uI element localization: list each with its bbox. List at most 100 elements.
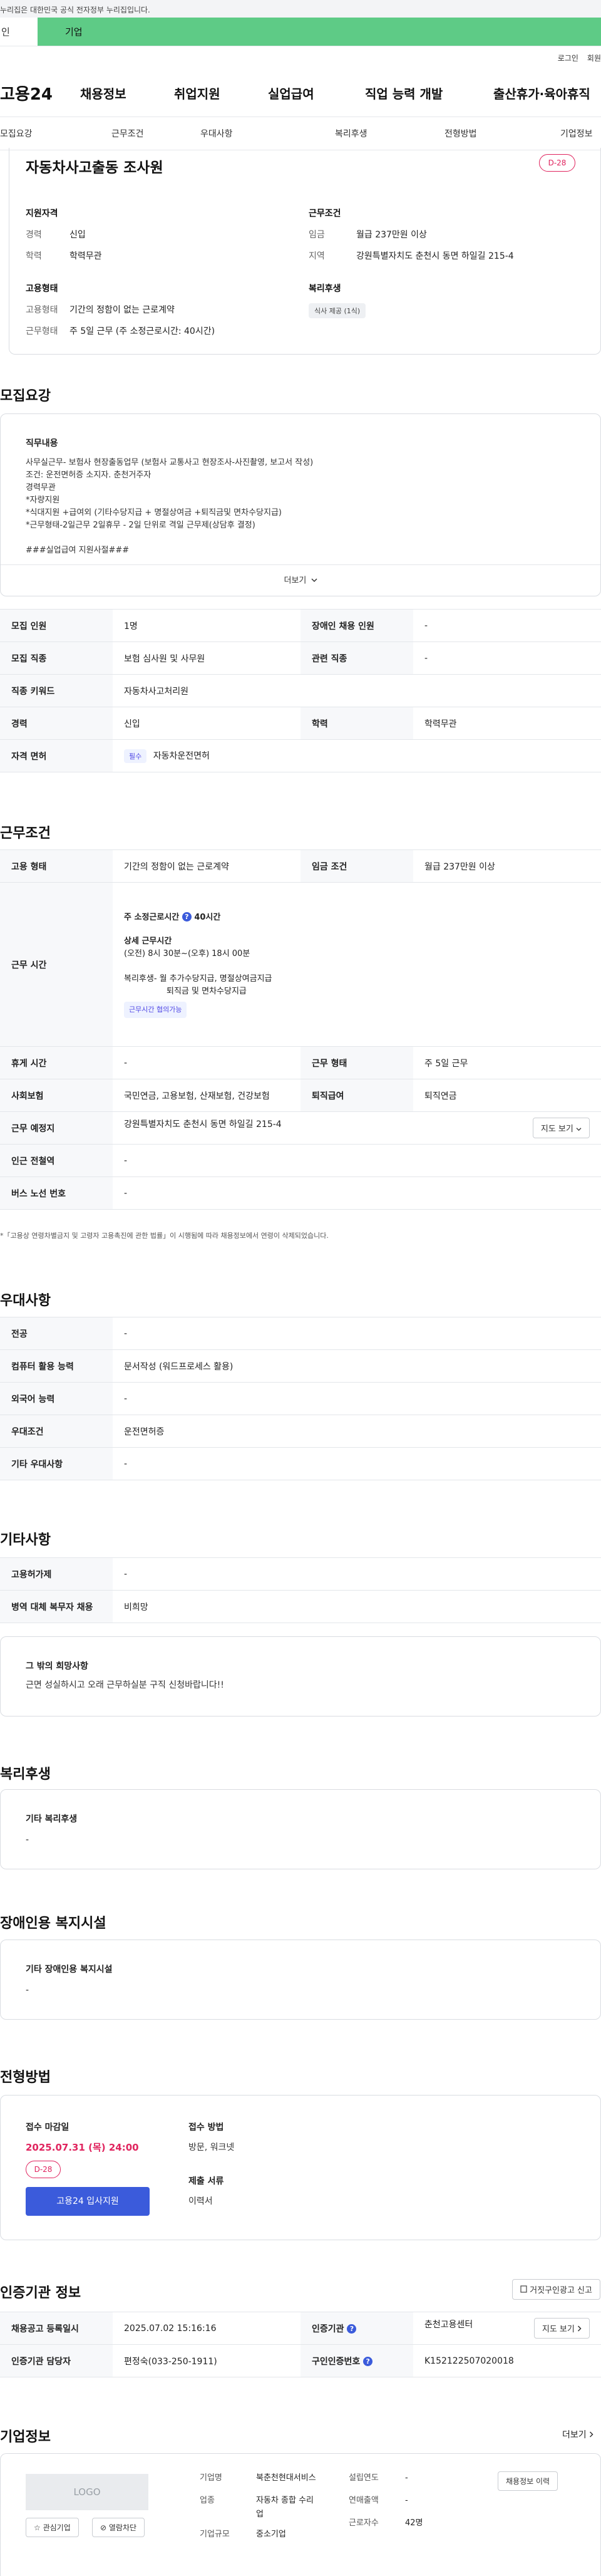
tab-recruit[interactable]: 모집요강 [0, 127, 111, 140]
table-header-cell: 고용허가제 [0, 1557, 113, 1591]
job-summary-card: 자동차사고출동 조사원 D-28 지원자격 경력 신입 학력 학력무관 근무조건 임… [9, 148, 601, 355]
duty-line [26, 532, 589, 544]
table-cell: 퇴직연금 [413, 1079, 601, 1112]
company-size-value: 중소기업 [256, 2530, 286, 2539]
table-cell: 문서작성 (워드프로세스 활용) [113, 1349, 601, 1383]
cert-map-button[interactable]: 지도 보기 [533, 2318, 590, 2339]
table-cell: 신입 [113, 707, 300, 740]
table-cell: K152122507020018 [413, 2344, 601, 2377]
duty-box: 직무내용 사무실근무- 보험사 현장출동업무 (보험사 교통사고 현장조사-사진… [0, 413, 601, 596]
table-header-cell: 근무 시간 [0, 882, 113, 1047]
table-row: 기타 우대사항 - [0, 1447, 601, 1480]
report-false-ad-label: 거짓구인광고 신고 [530, 2286, 592, 2295]
tab-company-info[interactable]: 기업정보 [560, 127, 593, 140]
table-header-cell: 구인인증번호 ? [300, 2344, 413, 2377]
table-row: 인근 전철역 - [0, 1144, 601, 1177]
map-button[interactable]: 지도 보기 [532, 1118, 590, 1138]
gnb-item-parental-leave[interactable]: 출산휴가·육아휴직 [493, 84, 590, 102]
hours-welfare-line: 복리후생- 월 추가수당지급, 명절상여금지급 [124, 974, 272, 984]
table-row: 외국어 능력 - [0, 1382, 601, 1415]
company-name-label: 기업명 [200, 2473, 222, 2483]
apply-button[interactable]: 고용24 입사지원 [26, 2187, 150, 2216]
info-icon[interactable]: ? [347, 2324, 357, 2334]
hours-welfare-line: 퇴직금 및 면차수당지급 [167, 986, 247, 996]
company-est-label: 설립연도 [349, 2473, 379, 2483]
gov-notice-text: 누리집은 대한민국 공식 전자정부 누리집입니다. [0, 6, 150, 14]
qual-label: 경력 [26, 230, 42, 240]
table-cell: - [113, 1046, 300, 1079]
disabled-box-heading: 기타 장애인용 복지시설 [26, 1965, 113, 1975]
table-cell: 주 소정근로시간 ? 40시간 상세 근무시간 (오전) 8시 30분~(오후)… [113, 882, 601, 1047]
tab-individual[interactable]: 인 [0, 18, 38, 46]
table-header-cell: 인증기관 담당자 [0, 2344, 113, 2377]
disabled-box-value: - [26, 1985, 29, 1995]
company-biz-value: 자동차 종합 수리 업 [256, 2494, 314, 2521]
gnb-item-employment-support[interactable]: 취업지원 [174, 84, 268, 102]
company-est-value: - [405, 2473, 408, 2483]
join-link[interactable]: 회원 [587, 53, 601, 63]
table-header-cell: 사회보험 [0, 1079, 113, 1112]
more-label: 더보기 [284, 576, 307, 586]
table-cell: - [413, 609, 601, 642]
chevron-down-icon [311, 565, 317, 596]
more-button[interactable]: 더보기 [1, 564, 600, 596]
qual-value: 신입 [69, 230, 86, 240]
interest-company-button[interactable]: ☆ 관심기업 [26, 2518, 79, 2537]
table-header-cell: 인근 전철역 [0, 1144, 113, 1177]
duty-line: *근무형태-2일근무 2일휴무 - 2일 단위로 격일 근무제(상담후 결정) [26, 521, 255, 530]
tab-preference[interactable]: 우대사항 [200, 127, 335, 140]
gnb-item-unemployment-benefit[interactable]: 실업급여 [268, 84, 365, 102]
welfare-box: 기타 복리후생 - [0, 1789, 601, 1869]
work-table: 고용 형태 기간의 정함이 없는 근로계약 임금 조건 월급 237만원 이상 … [0, 849, 601, 1210]
site-logo[interactable]: 고용24 [0, 81, 80, 105]
cert-org-value: 춘천고용센터 [424, 2320, 473, 2330]
method-value: 방문, 워크넷 [188, 2142, 235, 2153]
table-header-cell: 학력 [300, 707, 413, 740]
table-row: 채용공고 등록일시 2025.07.02 15:16:16 인증기관 ? 춘천고… [0, 2312, 601, 2345]
table-cell: 학력무관 [413, 707, 601, 740]
duty-line: 조건: 운전면허증 소지자. 춘천거주자 [26, 470, 152, 480]
table-cell: - [113, 1557, 601, 1591]
welfare-box-heading: 기타 복리후생 [26, 1814, 78, 1824]
info-icon[interactable]: ? [182, 911, 192, 922]
info-icon[interactable]: ? [363, 2356, 373, 2366]
welfare-box-value: - [26, 1835, 29, 1845]
company-size-label: 기업규모 [200, 2530, 230, 2539]
welfare-block: 복리후생 식사 제공 (1식) [309, 282, 366, 318]
detail-hours-heading: 상세 근무시간 [124, 936, 172, 946]
table-cell: 2025.07.02 15:16:16 [113, 2312, 300, 2345]
gnb-item-vocational-training[interactable]: 직업 능력 개발 [365, 84, 493, 102]
tab-work-conditions[interactable]: 근무조건 [111, 127, 200, 140]
table-header-cell: 외국어 능력 [0, 1382, 113, 1415]
qualification-block: 지원자격 경력 신입 학력 학력무관 [26, 207, 102, 271]
table-header-cell: 모집 인원 [0, 609, 113, 642]
deadline-value: 2025.07.31 (목) 24:00 [26, 2142, 139, 2153]
cond-value: 강원특별자치도 춘천시 동면 하일길 215-4 [356, 251, 514, 261]
table-cell: 편정숙(033-250-1911) [113, 2344, 300, 2377]
company-more-label: 더보기 [562, 2430, 587, 2440]
table-header-cell: 컴퓨터 활용 능력 [0, 1349, 113, 1383]
tab-welfare[interactable]: 복리후생 [335, 127, 444, 140]
etc-section-title: 기타사항 [0, 1532, 51, 1548]
company-biz-label: 업종 [200, 2496, 215, 2505]
block-view-button[interactable]: ⊘ 열람차단 [92, 2518, 145, 2537]
company-box: LOGO ☆ 관심기업 ⊘ 열람차단 기업명 북춘천현대서비스 업종 자동차 종합 … [0, 2453, 601, 2576]
table-row: 모집 직종 보험 심사원 및 사무원 관련 직종 - [0, 641, 601, 675]
company-more-link[interactable]: 더보기 [562, 2428, 593, 2441]
table-cell: 월급 237만원 이상 [413, 849, 601, 883]
table-header-cell: 자격 면허 [0, 739, 113, 772]
table-row: 모집 인원 1명 장애인 채용 인원 - [0, 609, 601, 642]
duty-line: 경력무관 [26, 483, 56, 492]
tab-company[interactable]: 기업 [38, 18, 601, 46]
cert-org-label: 인증기관 [312, 2324, 344, 2334]
utility-bar: 로그인 회원 [0, 46, 601, 69]
required-badge: 필수 [124, 749, 147, 763]
table-header-cell: 임금 조건 [300, 849, 413, 883]
document-icon [520, 2285, 527, 2295]
gnb-item-job-info[interactable]: 채용정보 [80, 84, 174, 102]
report-false-ad-button[interactable]: 거짓구인광고 신고 [512, 2279, 600, 2300]
hiring-history-button[interactable]: 채용정보 이력 [498, 2471, 558, 2491]
table-header-cell: 근무 형태 [300, 1046, 413, 1079]
tab-process[interactable]: 전형방법 [444, 127, 560, 140]
login-link[interactable]: 로그인 [558, 53, 578, 63]
